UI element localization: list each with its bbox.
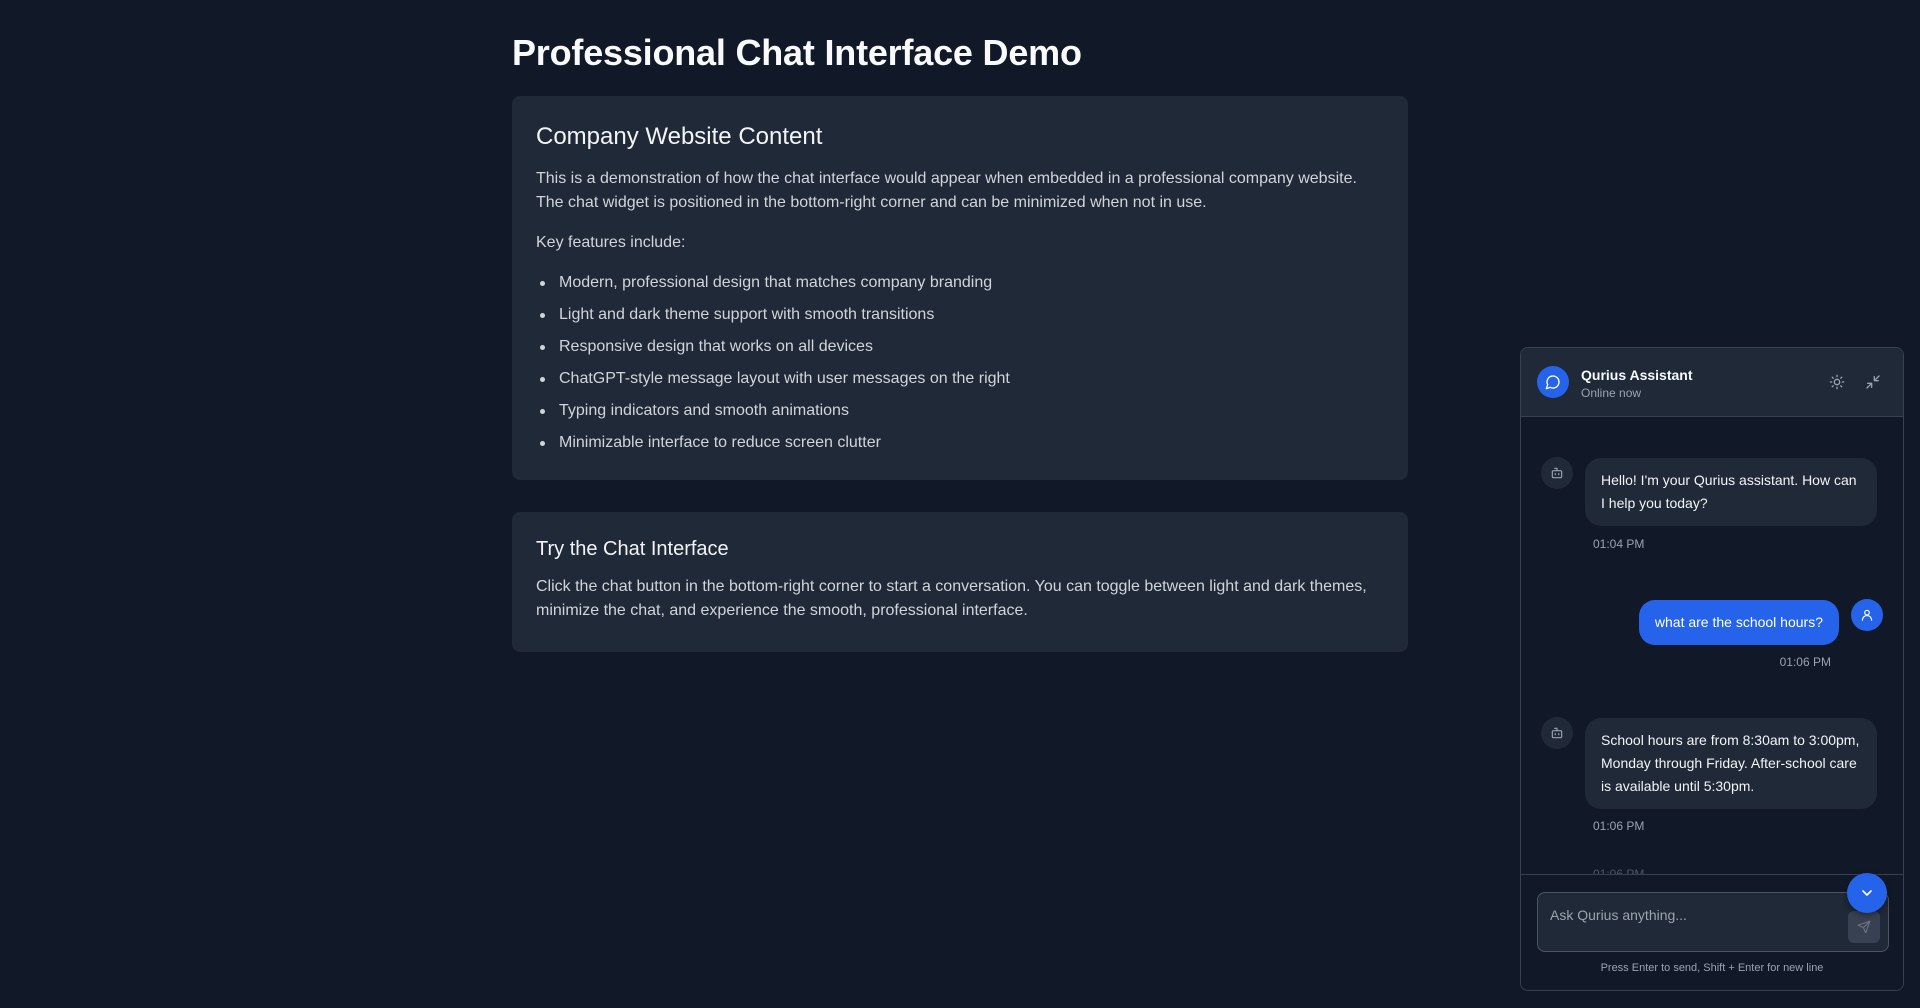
theme-toggle-button[interactable] (1825, 370, 1849, 394)
message-circle-icon (1537, 366, 1569, 398)
user-message: what are the school hours? (1638, 600, 1839, 645)
features-list: Modern, professional design that matches… (536, 271, 1384, 455)
message-time: 01:06 PM (1779, 655, 1831, 669)
chat-input[interactable] (1538, 893, 1838, 951)
input-hint: Press Enter to send, Shift + Enter for n… (1600, 962, 1824, 974)
minimize-icon (1866, 375, 1880, 389)
bot-message: Hello! I'm your Qurius assistant. How ca… (1585, 458, 1877, 526)
feature-item: Modern, professional design that matches… (540, 271, 1384, 295)
feature-item: Light and dark theme support with smooth… (540, 303, 1384, 327)
bot-icon (1541, 717, 1573, 749)
feature-item: ChatGPT-style message layout with user m… (540, 367, 1384, 391)
chat-widget: Qurius Assistant Online now Hello! I'm y… (1520, 347, 1904, 991)
page-title: Professional Chat Interface Demo (512, 32, 1082, 73)
card-heading: Company Website Content (536, 123, 823, 150)
feature-item: Minimizable interface to reduce screen c… (540, 431, 1384, 455)
bot-message: School hours are from 8:30am to 3:00pm, … (1585, 718, 1877, 809)
message-time: 01:04 PM (1593, 537, 1645, 551)
try-chat-card: Try the Chat Interface Click the chat bu… (512, 512, 1408, 652)
feature-item: Typing indicators and smooth animations (540, 399, 1384, 423)
chat-input-container (1537, 892, 1889, 952)
chat-header: Qurius Assistant Online now (1521, 348, 1903, 417)
scroll-to-bottom-button[interactable] (1847, 873, 1887, 913)
company-content-card: Company Website Content This is a demons… (512, 96, 1408, 480)
card-intro: This is a demonstration of how the chat … (536, 170, 1357, 211)
chat-footer: Press Enter to send, Shift + Enter for n… (1521, 874, 1903, 990)
minimize-button[interactable] (1861, 370, 1885, 394)
chat-messages[interactable]: Hello! I'm your Qurius assistant. How ca… (1521, 417, 1903, 922)
card-heading: Try the Chat Interface (536, 538, 729, 560)
message-time: 01:06 PM (1593, 819, 1645, 833)
chat-status: Online now (1581, 386, 1642, 400)
send-button[interactable] (1848, 911, 1880, 943)
features-label: Key features include: (536, 234, 686, 251)
sun-icon (1829, 374, 1845, 390)
chat-assistant-name: Qurius Assistant (1581, 367, 1693, 383)
card-body: Click the chat button in the bottom-righ… (536, 578, 1367, 619)
user-icon (1851, 599, 1883, 631)
bot-icon (1541, 457, 1573, 489)
feature-item: Responsive design that works on all devi… (540, 335, 1384, 359)
send-icon (1857, 920, 1871, 934)
chevron-down-icon (1862, 890, 1872, 896)
